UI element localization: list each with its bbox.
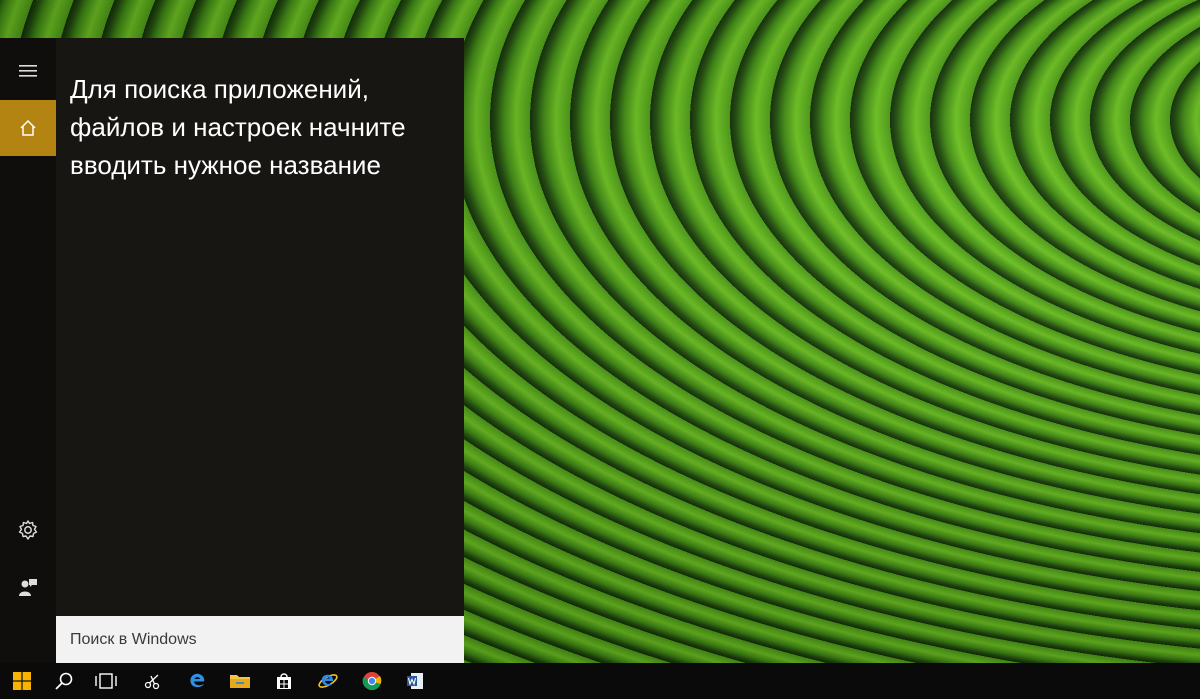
file-explorer-button[interactable] [218, 663, 262, 699]
search-input[interactable] [56, 616, 464, 663]
chrome-icon [362, 672, 382, 691]
search-hint-text: Для поиска приложений, файлов и настроек… [70, 74, 406, 180]
store-button[interactable] [262, 663, 306, 699]
search-panel: Для поиска приложений, файлов и настроек… [0, 38, 464, 663]
search-content-area: Для поиска приложений, файлов и настроек… [56, 38, 464, 615]
gear-icon [18, 520, 38, 540]
feedback-button[interactable] [0, 560, 56, 616]
taskbar [0, 663, 1200, 699]
hamburger-menu-button[interactable] [0, 44, 56, 98]
edge-button[interactable] [175, 663, 219, 699]
left-rail [0, 38, 56, 663]
feedback-icon [19, 579, 37, 596]
folder-icon [230, 675, 250, 688]
internet-explorer-button[interactable] [306, 663, 350, 699]
chrome-button[interactable] [350, 663, 394, 699]
ie-icon [318, 674, 338, 688]
home-icon [20, 119, 36, 136]
word-button[interactable] [393, 663, 437, 699]
store-icon [277, 673, 291, 689]
settings-button[interactable] [0, 502, 56, 558]
edge-icon [190, 673, 205, 688]
snipping-tool-button[interactable] [131, 663, 175, 699]
hamburger-icon [19, 65, 37, 77]
search-icon [55, 672, 73, 690]
scissors-icon [144, 674, 160, 690]
cortana-partial-glyph [37, 0, 49, 1]
task-view-icon [95, 673, 117, 689]
home-button[interactable] [0, 100, 56, 156]
word-icon [407, 673, 423, 689]
task-view-button[interactable] [84, 663, 128, 699]
windows-logo-icon [13, 672, 31, 690]
taskbar-search-button[interactable] [42, 663, 86, 699]
start-button[interactable] [0, 663, 44, 699]
